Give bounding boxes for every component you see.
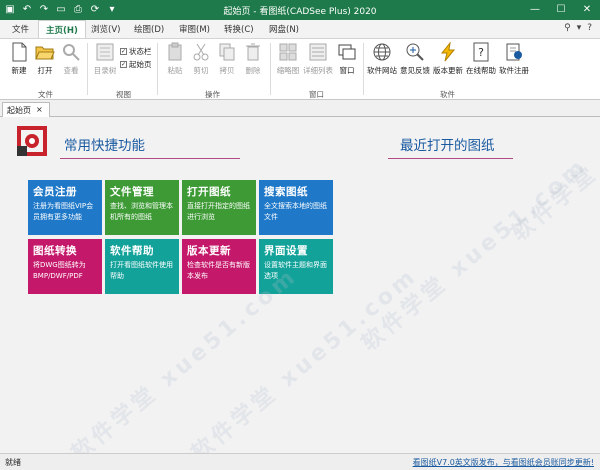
cut-button[interactable]: 剪切: [188, 42, 214, 76]
group-label-view: 视图: [116, 90, 131, 99]
maximize-button[interactable]: ☐: [548, 0, 574, 20]
ribbon-tabs: 文件 主页(H) 浏览(V) 绘图(D) 审图(M) 转换(C) 网盘(N) ⚲…: [0, 20, 600, 39]
tile-member-register[interactable]: 会员注册 注册为看图纸VIP会员拥有更多功能: [28, 180, 102, 235]
news-link[interactable]: 看图纸V7.0英文版发布，与看图纸会员账同步更新!: [413, 457, 594, 468]
window-icon: [338, 44, 356, 60]
window-button[interactable]: 窗口: [335, 42, 359, 76]
paste-icon: [168, 42, 182, 61]
group-label-file: 文件: [38, 90, 53, 99]
feedback-button[interactable]: 意见反馈: [399, 42, 431, 76]
tab-review[interactable]: 审图(M): [179, 23, 210, 35]
tree-icon: [96, 43, 114, 61]
delete-icon: [246, 43, 260, 61]
tab-home[interactable]: 主页(H): [38, 20, 86, 39]
update-button[interactable]: 版本更新: [432, 42, 464, 76]
copy-button[interactable]: 拷贝: [214, 42, 240, 76]
separator: [157, 43, 158, 95]
tile-search-drawing[interactable]: 搜索图纸 全文搜索本地的图纸文件: [259, 180, 333, 235]
document-tabs: 起始页 ×: [0, 100, 600, 117]
quick-functions-title: 常用快捷功能: [64, 138, 145, 154]
close-icon[interactable]: ×: [36, 105, 43, 117]
view-button[interactable]: 查看: [58, 42, 84, 76]
tab-browse[interactable]: 浏览(V): [91, 23, 120, 35]
new-button[interactable]: 新建: [6, 42, 32, 76]
statusbar-checkbox[interactable]: ✓ 状态栏: [120, 46, 152, 57]
ribbon: 新建 打开 查看 文件 目录树 ✓ 状态栏 ✓ 起始页 视图 粘贴 剪切 拷贝 …: [0, 38, 600, 100]
detail-list-button[interactable]: 详细列表: [303, 42, 333, 76]
separator: [270, 43, 271, 95]
new-file-icon: [12, 42, 27, 62]
recent-drawings-title: 最近打开的图纸: [400, 138, 495, 154]
magnifier-icon: [63, 44, 80, 61]
thumbnail-icon: [279, 43, 297, 61]
start-page: 常用快捷功能 最近打开的图纸 会员注册 注册为看图纸VIP会员拥有更多功能 文件…: [0, 43, 600, 467]
tab-cloud[interactable]: 网盘(N): [269, 23, 299, 35]
tab-convert[interactable]: 转换(C): [224, 23, 254, 35]
tile-open-drawing[interactable]: 打开图纸 直接打开指定的图纸进行浏览: [182, 180, 256, 235]
minimize-button[interactable]: —: [522, 0, 548, 20]
checkbox-box: ✓: [120, 61, 127, 68]
group-label-ops: 操作: [205, 90, 220, 99]
tab-start-page[interactable]: 起始页 ×: [2, 102, 50, 117]
separator: [363, 43, 364, 95]
open-button[interactable]: 打开: [32, 42, 58, 76]
quick-functions-underline: [60, 158, 240, 159]
separator: [87, 43, 88, 95]
feedback-icon: [406, 43, 424, 61]
tile-convert-drawing[interactable]: 图纸转换 将DWG图纸转为BMP/DWF/PDF: [28, 239, 102, 294]
status-text: 就绪: [5, 458, 21, 467]
startpage-checkbox[interactable]: ✓ 起始页: [120, 59, 152, 70]
scissors-icon: [193, 43, 209, 61]
tab-draw[interactable]: 绘图(D): [134, 23, 164, 35]
online-help-button[interactable]: ? 在线帮助: [465, 42, 497, 76]
status-bar: 就绪 看图纸V7.0英文版发布，与看图纸会员账同步更新!: [0, 453, 600, 470]
globe-icon: [373, 43, 391, 61]
help-icon: ?: [473, 42, 489, 62]
app-logo: [17, 126, 47, 156]
tab-file[interactable]: 文件: [12, 23, 29, 35]
options-dropdown[interactable]: ▾: [577, 23, 582, 33]
watermark: 软件学堂 xue51.com: [357, 153, 593, 357]
tree-button[interactable]: 目录树: [92, 42, 118, 76]
website-button[interactable]: 软件网站: [366, 42, 398, 76]
title-bar: ▣ ↶ ↷ ▭ ⎙ ⟳ ▾ 起始页 - 看图纸(CADSee Plus) 202…: [0, 0, 600, 20]
paste-button[interactable]: 粘贴: [162, 42, 188, 76]
lightning-icon: [440, 42, 456, 62]
group-label-software: 软件: [440, 90, 455, 99]
close-button[interactable]: ✕: [574, 0, 600, 20]
folder-open-icon: [35, 46, 55, 60]
help-icon[interactable]: ?: [587, 23, 592, 33]
register-button[interactable]: 软件注册: [498, 42, 530, 76]
tile-version-update[interactable]: 版本更新 检查软件是否有新版本发布: [182, 239, 256, 294]
recent-drawings-underline: [388, 158, 513, 159]
tile-software-help[interactable]: 软件帮助 打开看图纸软件使用帮助: [105, 239, 179, 294]
checkbox-box: ✓: [120, 48, 127, 55]
svg-text:?: ?: [478, 46, 484, 59]
list-icon: [309, 43, 327, 61]
tile-file-manager[interactable]: 文件管理 查找、浏览和管理本机所有的图纸: [105, 180, 179, 235]
group-label-window: 窗口: [309, 90, 324, 99]
thumbnail-button[interactable]: 缩略图: [274, 42, 302, 76]
window-title: 起始页 - 看图纸(CADSee Plus) 2020: [223, 7, 377, 17]
delete-button[interactable]: 删除: [240, 42, 266, 76]
pin-icon[interactable]: ⚲: [564, 23, 571, 33]
register-icon: [506, 43, 522, 61]
copy-icon: [219, 43, 235, 61]
